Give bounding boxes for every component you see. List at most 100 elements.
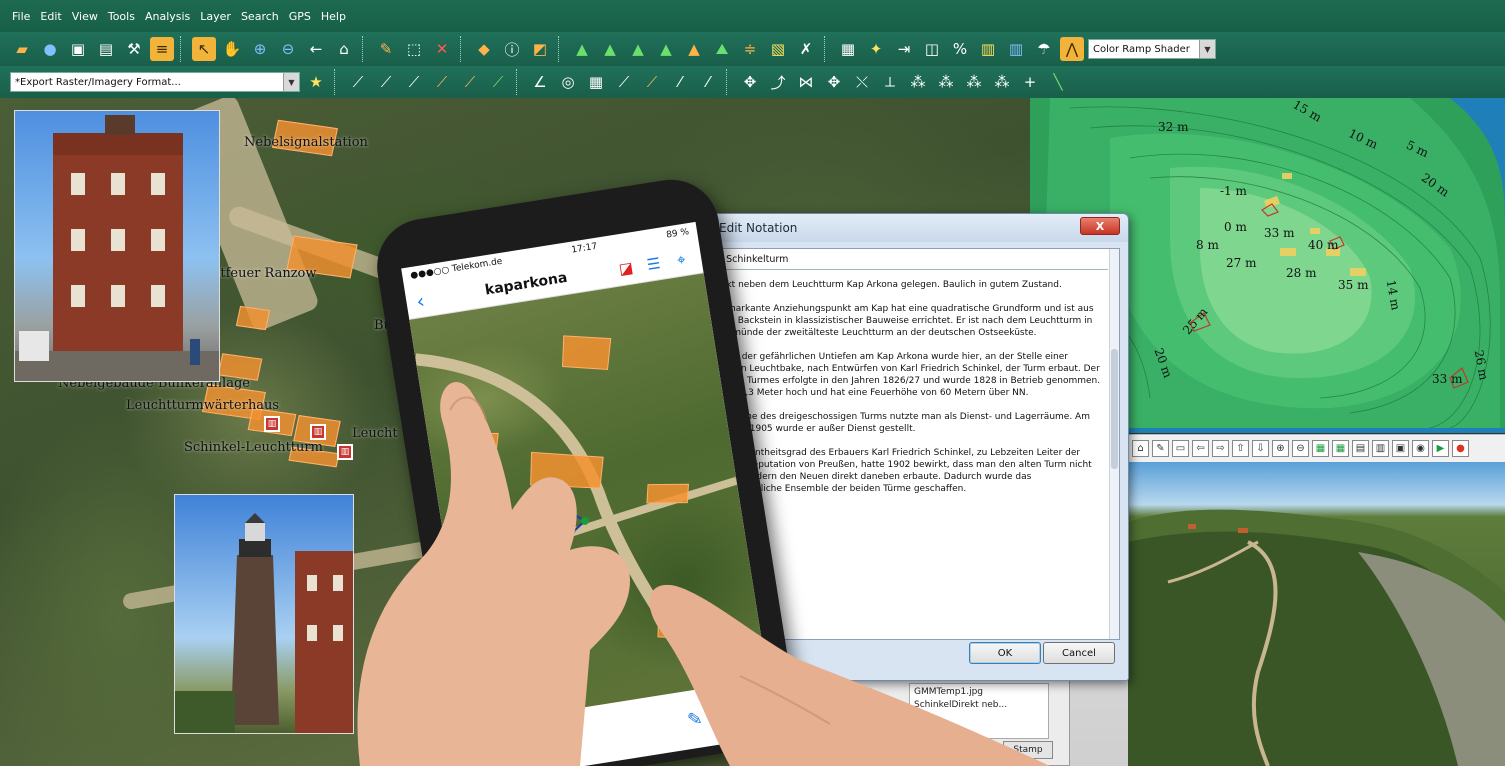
nav-frame-icon[interactable]: ▭ [1172, 440, 1189, 457]
identify-icon[interactable]: ◩ [528, 37, 552, 61]
pan-hand-icon[interactable]: ✋ [220, 37, 244, 61]
print-icon[interactable]: ▤ [94, 37, 118, 61]
terrain-icon-1[interactable]: ▲ [570, 37, 594, 61]
ok-button[interactable]: OK [969, 642, 1041, 664]
nav-pencil-icon[interactable]: ✎ [1152, 440, 1169, 457]
menu-search[interactable]: Search [241, 10, 279, 23]
move-icon[interactable]: ✥ [738, 70, 762, 94]
nav-view-icon-4[interactable]: ▥ [1372, 440, 1389, 457]
chart-icon-1[interactable]: ▥ [976, 37, 1000, 61]
cancel-button[interactable]: Cancel [1043, 642, 1115, 664]
notation-heading-field[interactable]: Der Schinkelturm [706, 254, 1108, 270]
back-arrow-icon[interactable]: ← [304, 37, 328, 61]
poi-marker-icon[interactable]: ▥ [310, 424, 326, 440]
chart-icon-2[interactable]: ▥ [1004, 37, 1028, 61]
digitize-line-icon-2[interactable]: ⟋ [374, 70, 398, 94]
percent-icon[interactable]: % [948, 37, 972, 61]
edit-node-icon[interactable]: ⟋ [640, 70, 664, 94]
polygon-icon[interactable]: △ [735, 700, 752, 723]
menu-edit[interactable]: Edit [40, 10, 61, 23]
dialog-title-bar[interactable]: Edit Notation X [693, 214, 1128, 242]
select-tool-icon[interactable]: ↖ [192, 37, 216, 61]
phone-map-view[interactable]: 20 m [409, 273, 768, 725]
menu-layer[interactable]: Layer [200, 10, 231, 23]
digitize-line-icon-5[interactable]: ⟋ [458, 70, 482, 94]
contour-icon[interactable]: ⛰ [710, 37, 734, 61]
nav-up-icon[interactable]: ⇧ [1232, 440, 1249, 457]
stack-icon[interactable]: ◫ [920, 37, 944, 61]
globe-icon[interactable]: ● [38, 37, 62, 61]
grid-icon[interactable]: ▦ [584, 70, 608, 94]
home-icon[interactable]: ⌂ [332, 37, 356, 61]
nav-play-icon[interactable]: ▶ [1432, 440, 1449, 457]
save-icon[interactable]: ▣ [66, 37, 90, 61]
delete-icon[interactable]: ✕ [430, 37, 454, 61]
open-folder-icon[interactable]: ▰ [10, 37, 34, 61]
info-icon[interactable]: ⓘ [500, 37, 524, 61]
list-item[interactable]: SchinkelDirekt neb... [914, 699, 1044, 712]
3d-terrain-view[interactable] [1128, 462, 1505, 766]
wrench-icon[interactable]: ⚒ [122, 37, 146, 61]
target-icon[interactable]: ◎ [556, 70, 580, 94]
box-select-icon[interactable]: ⬚ [402, 37, 426, 61]
vertex-icon[interactable]: ⋈ [794, 70, 818, 94]
terrain-icon-4[interactable]: ▲ [654, 37, 678, 61]
nav-camera-icon[interactable]: ◉ [1412, 440, 1429, 457]
nav-record-icon[interactable]: ● [1452, 440, 1469, 457]
snap-icon[interactable]: ⟂ [878, 70, 902, 94]
chevron-down-icon[interactable]: ▼ [283, 73, 299, 91]
shader-icon[interactable]: ⋀ [1060, 37, 1084, 61]
menu-tools[interactable]: Tools [108, 10, 135, 23]
layers-list-icon[interactable]: ☰ [642, 253, 665, 274]
draw-icon-2[interactable]: ⁄ [696, 70, 720, 94]
export-format-select[interactable]: *Export Raster/Imagery Format... ▼ [10, 72, 300, 92]
table-icon[interactable]: ▦ [836, 37, 860, 61]
nav-zoom-out-icon[interactable]: ⊖ [1292, 440, 1309, 457]
merge-icon[interactable]: ⇥ [892, 37, 916, 61]
node-icon-3[interactable]: ⁂ [962, 70, 986, 94]
line-icon[interactable]: ⁄ [717, 705, 723, 726]
nav-home-icon[interactable]: ⌂ [1132, 440, 1149, 457]
layers-icon[interactable]: ≡ [150, 37, 174, 61]
move-vertex-icon[interactable]: ✥ [822, 70, 846, 94]
nav-view-icon-3[interactable]: ▤ [1352, 440, 1369, 457]
pencil-icon[interactable]: ✎ [374, 37, 398, 61]
tag-icon[interactable]: ◆ [472, 37, 496, 61]
locate-crosshair-icon[interactable]: ⌖ [670, 249, 693, 270]
terrain-icon-5[interactable]: ▲ [682, 37, 706, 61]
digitize-line-icon-3[interactable]: ⟋ [402, 70, 426, 94]
close-button[interactable]: X [1080, 217, 1120, 235]
nav-view-icon-2[interactable]: ▦ [1332, 440, 1349, 457]
menu-analysis[interactable]: Analysis [145, 10, 190, 23]
node-icon-2[interactable]: ⁂ [934, 70, 958, 94]
node-icon-4[interactable]: ⁂ [990, 70, 1014, 94]
split-icon[interactable]: ⤬ [850, 70, 874, 94]
stamp-button[interactable]: Stamp [1003, 741, 1053, 759]
signal-icon[interactable]: ☂ [1032, 37, 1056, 61]
nav-view-icon-5[interactable]: ▣ [1392, 440, 1409, 457]
building-footprint[interactable] [235, 305, 271, 331]
delete-button[interactable]: Delete [801, 741, 861, 759]
profile-icon[interactable]: ≑ [738, 37, 762, 61]
zoom-in-icon[interactable]: ⊕ [248, 37, 272, 61]
poi-marker-icon[interactable]: ▥ [264, 416, 280, 432]
draw-icon-1[interactable]: ⁄ [668, 70, 692, 94]
digitize-line-icon-6[interactable]: ⟋ [486, 70, 510, 94]
notation-file-list[interactable]: GMMTemp1.jpg SchinkelDirekt neb... [909, 683, 1049, 739]
scrollbar[interactable] [1109, 249, 1119, 639]
nav-view-icon-1[interactable]: ▦ [1312, 440, 1329, 457]
shader-select[interactable]: Color Ramp Shader ▼ [1088, 39, 1216, 59]
chevron-down-icon[interactable]: ▼ [1199, 40, 1215, 58]
node-icon-1[interactable]: ⁂ [906, 70, 930, 94]
pen-icon[interactable]: ✎ [686, 708, 704, 731]
measure-icon[interactable]: ╲ [1046, 70, 1070, 94]
terrain-icon-3[interactable]: ▲ [626, 37, 650, 61]
nav-down-icon[interactable]: ⇩ [1252, 440, 1269, 457]
digitize-line-icon-1[interactable]: ⟋ [346, 70, 370, 94]
list-item[interactable]: GMMTemp1.jpg [914, 686, 1044, 699]
raster-icon[interactable]: ▧ [766, 37, 790, 61]
menu-help[interactable]: Help [321, 10, 346, 23]
back-chevron-icon[interactable]: ‹ [415, 286, 439, 313]
terrain-icon-2[interactable]: ▲ [598, 37, 622, 61]
poi-marker-icon[interactable]: ▥ [337, 444, 353, 460]
